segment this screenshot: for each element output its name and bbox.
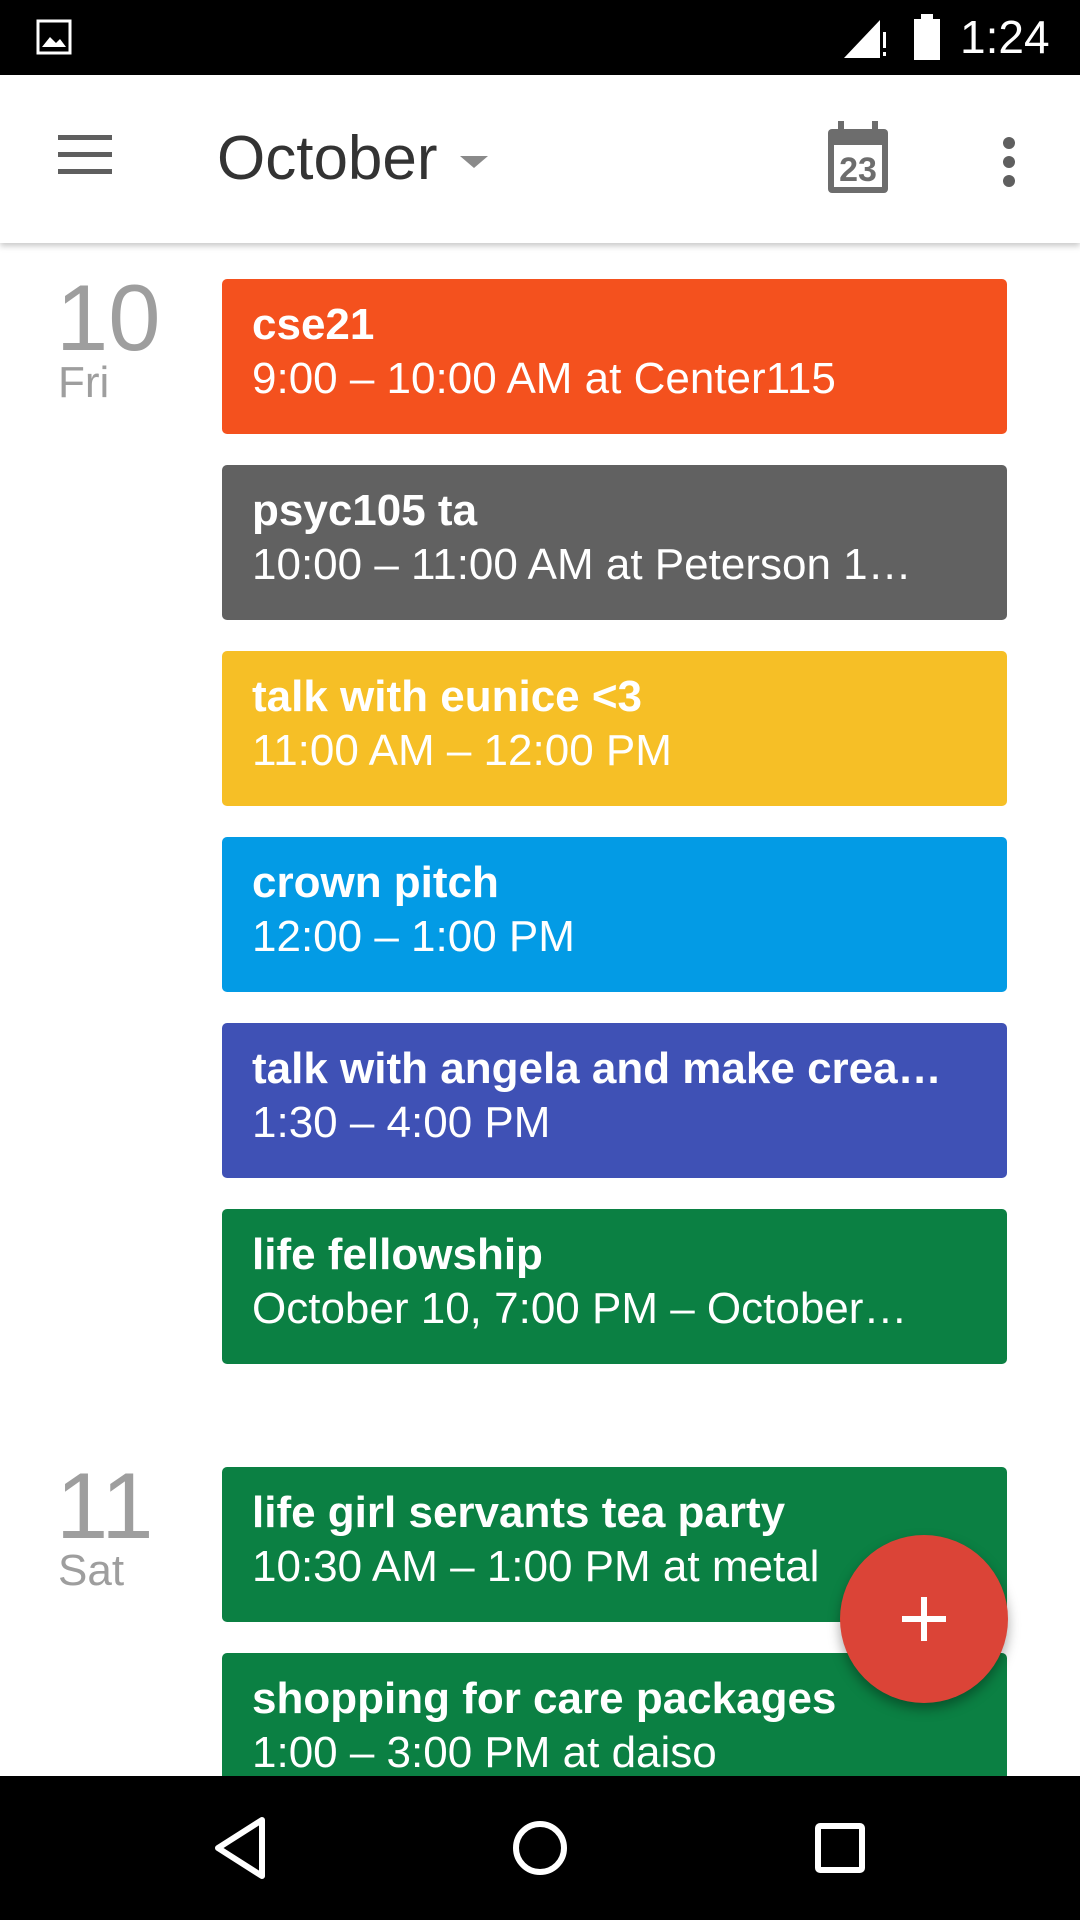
event-card[interactable]: psyc105 ta 10:00 – 11:00 AM at Peterson … xyxy=(222,465,1007,620)
day-name: Sat xyxy=(58,1546,125,1595)
event-card[interactable]: life fellowship October 10, 7:00 PM – Oc… xyxy=(222,1209,1007,1364)
menu-icon-bar xyxy=(58,152,112,157)
event-time: 1:00 – 3:00 PM at daiso xyxy=(252,1728,717,1776)
more-options-button[interactable] xyxy=(984,127,1034,197)
event-title: psyc105 ta xyxy=(252,486,478,535)
image-notification-icon xyxy=(36,19,72,55)
navigation-bar xyxy=(0,1776,1080,1920)
add-icon-vertical xyxy=(921,1597,927,1641)
today-date-text: 23 xyxy=(839,151,877,189)
more-vert-dot xyxy=(1003,156,1015,168)
menu-icon xyxy=(58,135,112,140)
event-time: 12:00 – 1:00 PM xyxy=(252,912,575,961)
add-event-button[interactable] xyxy=(840,1535,1008,1703)
battery-icon xyxy=(914,14,940,60)
more-vert-icon xyxy=(1003,137,1015,149)
event-time: October 10, 7:00 PM – October… xyxy=(252,1284,908,1333)
event-time: 9:00 – 10:00 AM at Center115 xyxy=(252,354,836,403)
day-name: Fri xyxy=(58,358,110,407)
event-title: crown pitch xyxy=(252,858,499,907)
event-card[interactable]: crown pitch 12:00 – 1:00 PM xyxy=(222,837,1007,992)
event-title: life girl servants tea party xyxy=(252,1488,786,1537)
event-card[interactable]: talk with angela and make crea… 1:30 – 4… xyxy=(222,1023,1007,1178)
event-title: talk with eunice <3 xyxy=(252,672,643,721)
event-title: cse21 xyxy=(252,300,375,349)
event-card[interactable]: cse21 9:00 – 10:00 AM at Center115 xyxy=(222,279,1007,434)
home-icon[interactable] xyxy=(500,1808,580,1888)
event-time: 1:30 – 4:00 PM xyxy=(252,1098,551,1147)
day-number: 10 xyxy=(56,265,161,370)
status-bar: 1:24 xyxy=(0,0,1080,75)
recents-icon[interactable] xyxy=(800,1808,880,1888)
event-time: 11:00 AM – 12:00 PM xyxy=(252,726,672,775)
menu-icon-bar xyxy=(58,169,112,174)
dropdown-caret-icon xyxy=(459,156,488,168)
event-card[interactable]: talk with eunice <3 11:00 AM – 12:00 PM xyxy=(222,651,1007,806)
signal-icon xyxy=(844,20,887,58)
event-time: 10:00 – 11:00 AM at Peterson 1… xyxy=(252,540,912,589)
more-vert-dot xyxy=(1003,175,1015,187)
today-calendar-icon[interactable]: 23 xyxy=(824,119,904,203)
status-clock: 1:24 xyxy=(960,11,1050,63)
event-title: talk with angela and make crea… xyxy=(252,1044,942,1093)
app-bar: October 23 xyxy=(0,75,1080,243)
menu-button[interactable] xyxy=(40,119,130,199)
event-title: life fellowship xyxy=(252,1230,543,1279)
month-selector[interactable]: October xyxy=(217,123,488,193)
page-title: October xyxy=(217,123,438,193)
day-number: 11 xyxy=(56,1453,154,1558)
back-icon[interactable] xyxy=(200,1808,280,1888)
